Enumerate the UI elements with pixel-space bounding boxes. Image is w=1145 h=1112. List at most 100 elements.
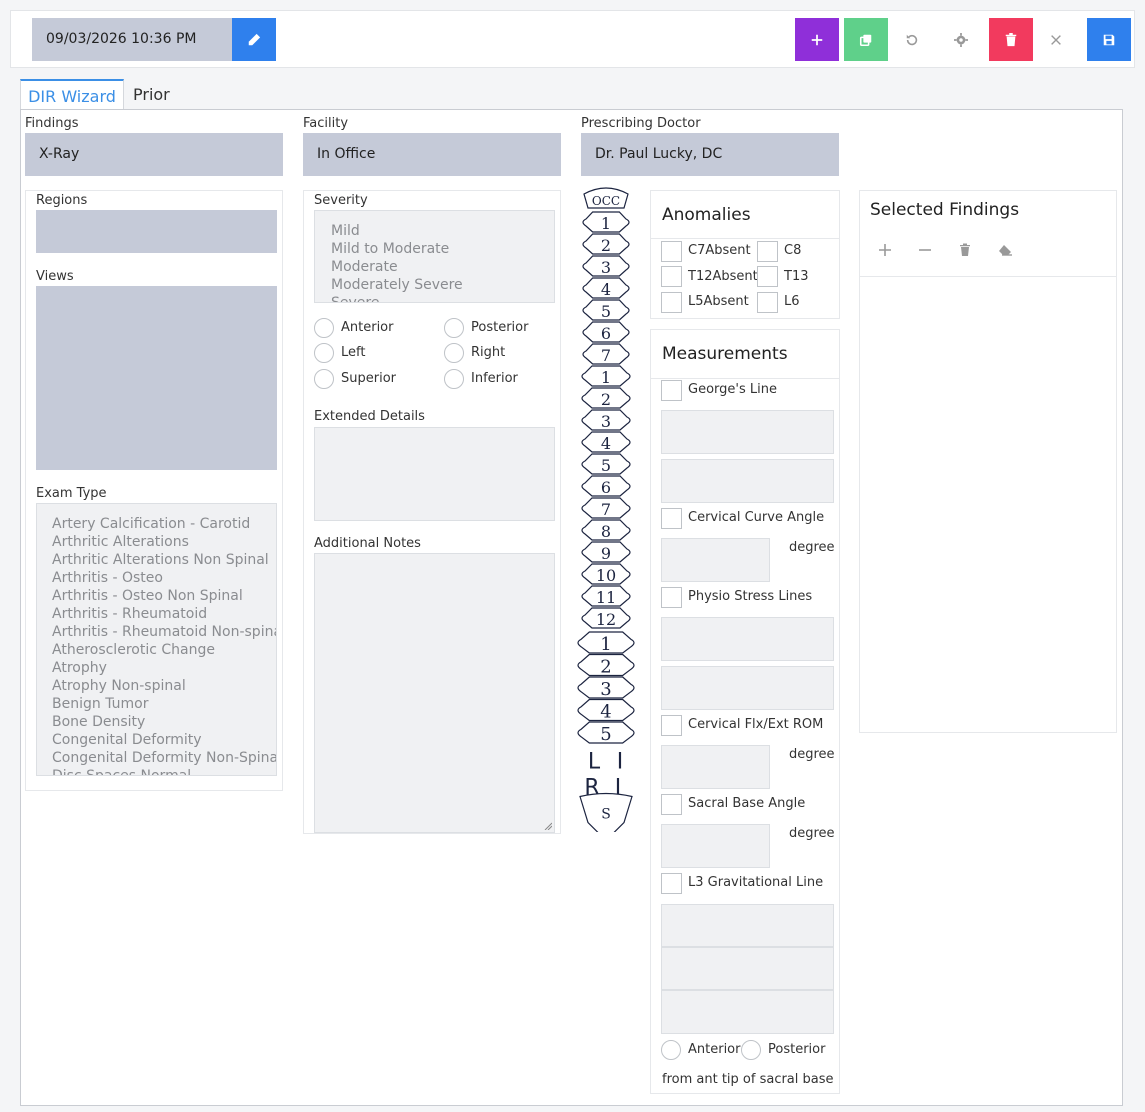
resize-handle-icon[interactable] [544,822,552,830]
inferior-radio[interactable] [444,369,464,389]
lumbar-3-label[interactable]: 3 [600,679,611,700]
thoracic-5-label[interactable]: 5 [601,456,611,475]
l5absent-checkbox[interactable] [661,292,682,313]
list-item[interactable]: Mild [331,222,554,240]
sacrum-label[interactable]: S [601,807,611,823]
physio-stress-lines-checkbox[interactable] [661,587,682,608]
thoracic-8-label[interactable]: 8 [601,522,611,541]
cervical-7-label[interactable]: 7 [601,346,611,365]
l3-gravitational-line-input-2[interactable] [661,947,834,990]
l3-gravitational-line-input-3[interactable] [661,990,834,1034]
c7absent-checkbox[interactable] [661,241,682,262]
lumbar-5-label[interactable]: 5 [600,724,611,745]
cervical-1-label[interactable]: 1 [601,214,611,233]
list-item[interactable]: Severe [331,294,554,302]
tab-dir-wizard[interactable]: DIR Wizard [20,79,124,110]
l6-checkbox[interactable] [757,292,778,313]
list-item[interactable]: Moderate [331,258,554,276]
cervical-curve-angle-input[interactable] [661,538,770,582]
extended-details-textarea[interactable] [314,427,555,521]
findings-select[interactable]: X-Ray [25,133,283,176]
list-item[interactable]: Atrophy [52,659,276,677]
list-item[interactable]: Arthritis - Osteo Non Spinal [52,587,276,605]
list-item[interactable]: Arthritis - Osteo [52,569,276,587]
l3-gravitational-line-checkbox[interactable] [661,873,682,894]
thoracic-6-label[interactable]: 6 [601,478,611,497]
thoracic-12-label[interactable]: 12 [596,610,616,629]
thoracic-10-label[interactable]: 10 [596,566,616,585]
remove-finding-button[interactable] [917,243,933,259]
undo-button[interactable] [890,18,934,61]
prescribing-doctor-select[interactable]: Dr. Paul Lucky, DC [581,133,839,176]
regions-select[interactable] [36,210,277,253]
posterior-measure-radio[interactable] [741,1040,761,1060]
list-item[interactable]: Atherosclerotic Change [52,641,276,659]
thoracic-11-label[interactable]: 11 [596,588,616,607]
settings-button[interactable] [939,18,983,61]
cervical-curve-angle-checkbox[interactable] [661,508,682,529]
left-radio[interactable] [314,343,334,363]
right-radio[interactable] [444,343,464,363]
posterior-radio[interactable] [444,318,464,338]
si-left-letter[interactable]: L [588,750,601,775]
list-item[interactable]: Mild to Moderate [331,240,554,258]
c8-checkbox[interactable] [757,241,778,262]
facility-select[interactable]: In Office [303,133,561,176]
occ-label[interactable]: OCC [592,194,620,208]
thoracic-4-label[interactable]: 4 [601,434,611,453]
cervical-2-label[interactable]: 2 [601,236,611,255]
georges-line-checkbox[interactable] [661,380,682,401]
list-item[interactable]: Arthritis - Rheumatoid [52,605,276,623]
list-item[interactable]: Arthritic Alterations Non Spinal [52,551,276,569]
sacral-base-angle-input[interactable] [661,824,770,868]
cervical-6-label[interactable]: 6 [601,324,611,343]
anterior-measure-radio[interactable] [661,1040,681,1060]
list-item[interactable]: Bone Density [52,713,276,731]
tab-prior[interactable]: Prior [133,79,193,110]
georges-line-input-1[interactable] [661,410,834,454]
georges-line-input-2[interactable] [661,459,834,503]
delete-button[interactable] [989,18,1033,61]
si-left-ilium-letter[interactable]: I [617,750,624,775]
anterior-radio[interactable] [314,318,334,338]
physio-stress-lines-input-2[interactable] [661,666,834,710]
exam-type-listbox[interactable]: Artery Calcification - Carotid Arthritic… [36,503,277,776]
views-listbox[interactable] [36,286,277,470]
clear-findings-button[interactable] [998,243,1014,259]
t13-checkbox[interactable] [757,266,778,287]
lumbar-4-label[interactable]: 4 [600,701,611,722]
list-item[interactable]: Congenital Deformity Non-Spinal [52,749,276,767]
close-button[interactable] [1034,18,1078,61]
thoracic-9-label[interactable]: 9 [601,544,611,563]
delete-finding-button[interactable] [957,243,973,259]
list-item[interactable]: Benign Tumor [52,695,276,713]
list-item[interactable]: Congenital Deformity [52,731,276,749]
l3-gravitational-line-input-1[interactable] [661,904,834,947]
thoracic-1-label[interactable]: 1 [601,368,611,387]
sacral-base-angle-checkbox[interactable] [661,794,682,815]
save-button[interactable] [1087,18,1131,61]
additional-notes-textarea[interactable] [314,553,555,833]
severity-listbox[interactable]: Mild Mild to Moderate Moderate Moderatel… [314,210,555,303]
lumbar-1-label[interactable]: 1 [600,634,611,655]
list-item[interactable]: Artery Calcification - Carotid [52,515,276,533]
superior-radio[interactable] [314,369,334,389]
list-item[interactable]: Arthritis - Rheumatoid Non-spina [52,623,276,641]
lumbar-2-label[interactable]: 2 [600,656,611,677]
physio-stress-lines-input-1[interactable] [661,617,834,661]
list-item[interactable]: Disc Spaces Normal [52,767,276,775]
cervical-flx-ext-rom-input[interactable] [661,745,770,789]
datetime-field[interactable]: 09/03/2026 10:36 PM [32,18,232,61]
add-finding-button[interactable] [877,243,893,259]
cervical-4-label[interactable]: 4 [601,280,611,299]
list-item[interactable]: Arthritic Alterations [52,533,276,551]
list-item[interactable]: Atrophy Non-spinal [52,677,276,695]
thoracic-2-label[interactable]: 2 [601,390,611,409]
cervical-5-label[interactable]: 5 [601,302,611,321]
add-button[interactable] [795,18,839,61]
edit-datetime-button[interactable] [232,18,276,61]
cervical-flx-ext-rom-checkbox[interactable] [661,715,682,736]
cervical-3-label[interactable]: 3 [601,258,611,277]
copy-button[interactable] [844,18,888,61]
thoracic-7-label[interactable]: 7 [601,500,611,519]
